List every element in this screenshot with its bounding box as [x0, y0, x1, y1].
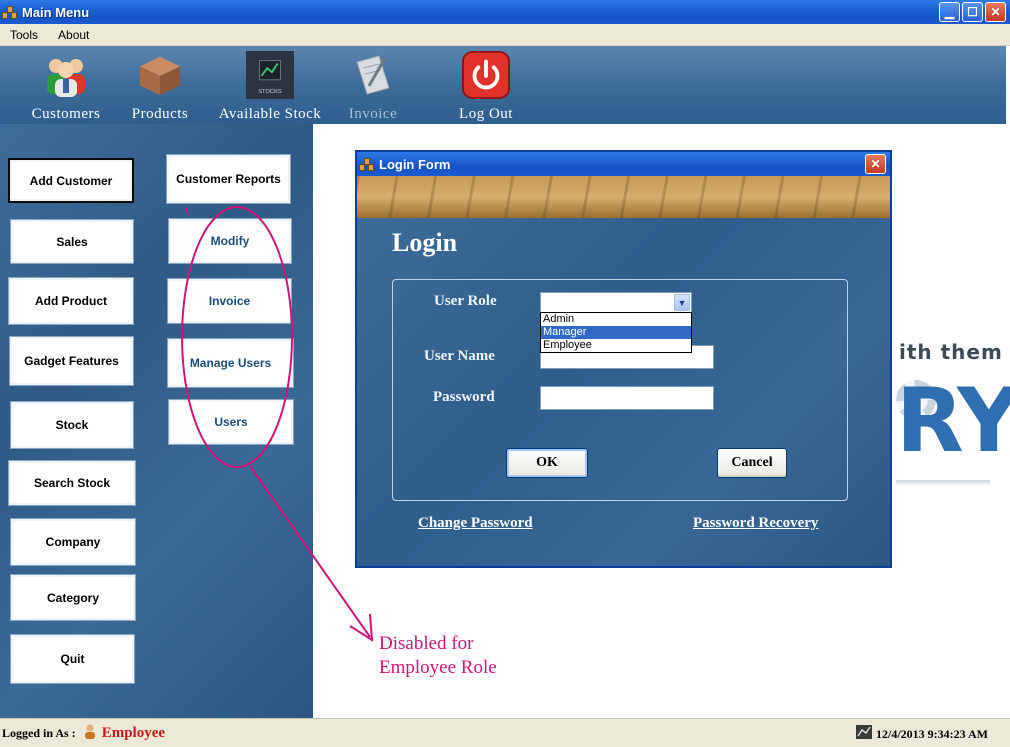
user-icon: [82, 723, 98, 744]
annotation-ellipse: [181, 206, 293, 468]
logged-in-user: Employee: [101, 724, 166, 741]
status-datetime: 12/4/2013 9:34:23 AM: [876, 726, 988, 741]
annotation-line2: Employee Role: [379, 657, 497, 678]
annotation-line1: Disabled for: [379, 633, 474, 654]
annotation-arrow-line: [249, 465, 371, 638]
status-bar: Logged in As : Employee 12/4/2013 9:34:2…: [0, 718, 1010, 747]
annotation-tick: [185, 207, 189, 217]
logged-in-label: Logged in As :: [2, 725, 76, 740]
clock-icon: [856, 725, 872, 743]
annotation-note: Disabled for Employee Role: [376, 630, 513, 708]
